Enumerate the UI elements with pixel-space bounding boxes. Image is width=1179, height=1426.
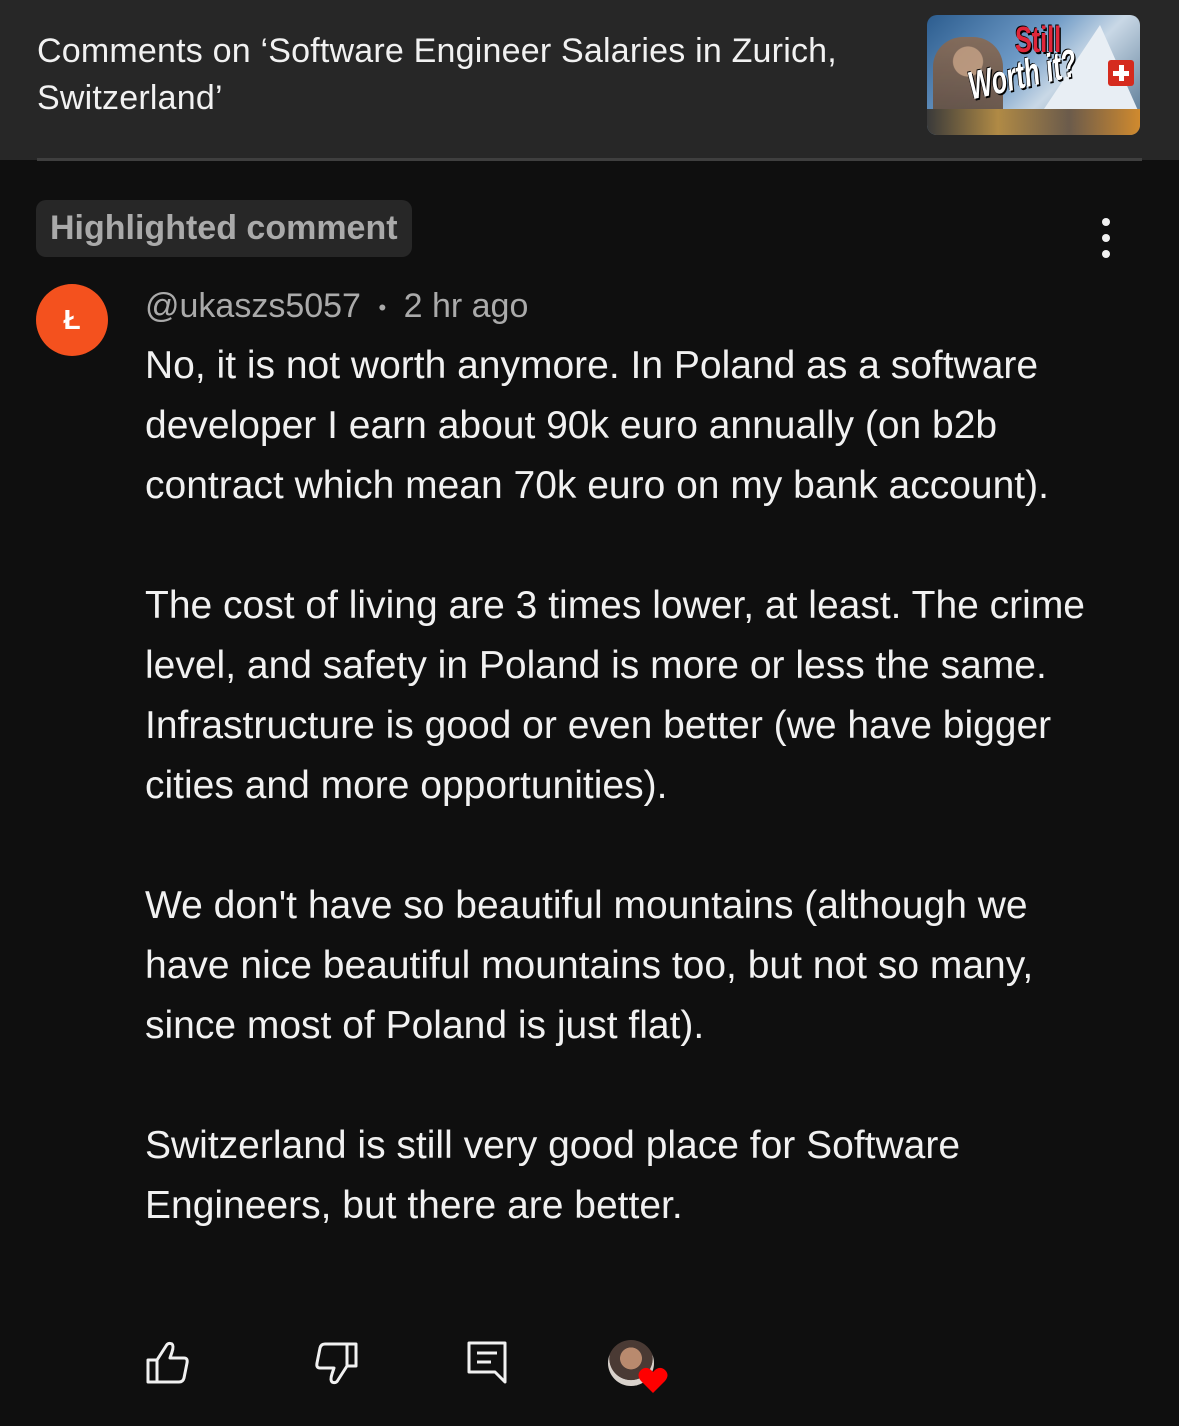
header-divider	[37, 158, 1142, 161]
reply-icon	[467, 1341, 507, 1384]
comment-paragraph: The cost of living are 3 times lower, at…	[145, 584, 1085, 807]
comment-actions	[0, 1330, 1179, 1410]
heart-icon	[638, 1367, 668, 1393]
comment-paragraph: We don't have so beautiful mountains (al…	[145, 884, 1034, 1047]
thumbnail-ground	[927, 109, 1140, 135]
comment-author[interactable]: @ukaszs5057	[145, 287, 361, 325]
like-button[interactable]	[144, 1338, 192, 1386]
comment-time: 2 hr ago	[403, 287, 529, 325]
comment-paragraph: No, it is not worth anymore. In Poland a…	[145, 344, 1049, 507]
thumbs-up-icon	[146, 1341, 189, 1384]
comment-paragraph: Switzerland is still very good place for…	[145, 1124, 961, 1227]
meta-separator: •	[378, 295, 387, 321]
comment-meta: @ukaszs5057 • 2 hr ago	[145, 284, 528, 330]
comments-header: Comments on ‘Software Engineer Salaries …	[0, 0, 1179, 160]
page-title: Comments on ‘Software Engineer Salaries …	[37, 32, 837, 117]
comment-body: No, it is not worth anymore. In Poland a…	[145, 336, 1105, 1236]
video-thumbnail[interactable]: Still Worth it?	[927, 15, 1140, 135]
dislike-button[interactable]	[312, 1338, 360, 1386]
reply-button[interactable]	[464, 1338, 512, 1386]
thumbs-down-icon	[315, 1342, 358, 1385]
swiss-flag-icon	[1108, 60, 1134, 86]
more-options-icon[interactable]	[1090, 216, 1122, 260]
creator-heart	[608, 1340, 668, 1400]
highlighted-comment-badge: Highlighted comment	[36, 200, 412, 257]
avatar-letter: Ł	[63, 304, 81, 335]
avatar[interactable]: Ł	[36, 284, 108, 356]
